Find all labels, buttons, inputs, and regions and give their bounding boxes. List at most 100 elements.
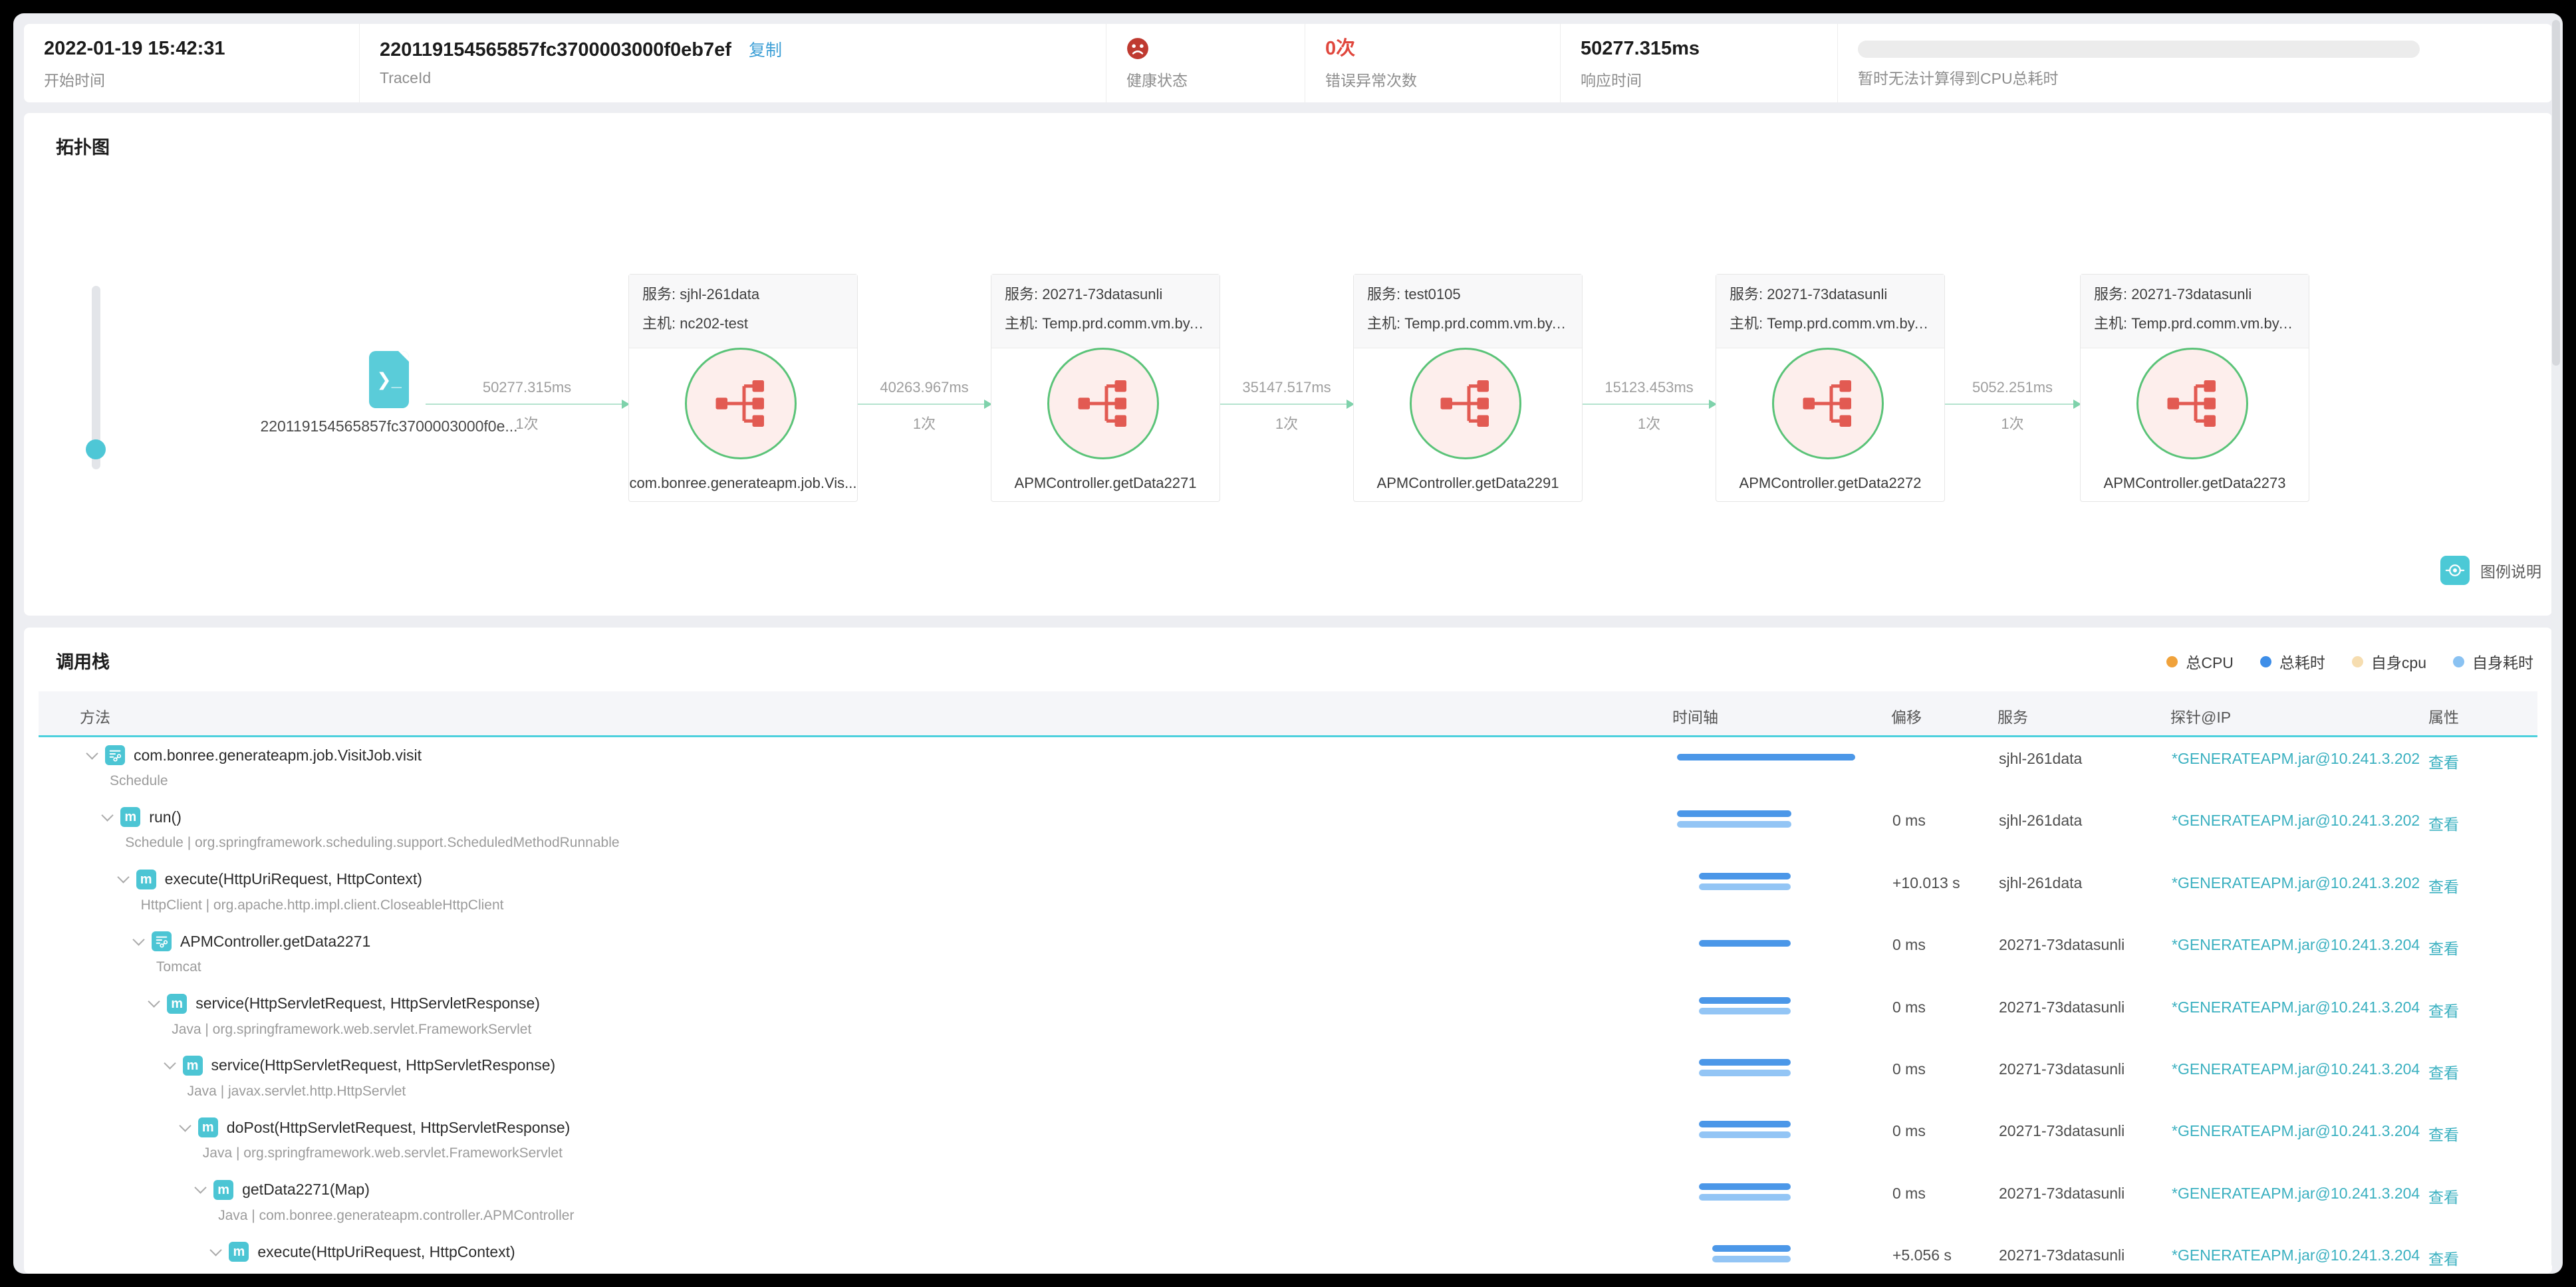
service-node-card[interactable]: 服务: 20271-73datasunli 主机: Temp.prd.comm.… (991, 274, 1220, 502)
node-host-label: 主机: Temp.prd.comm.vm.by.idc.b... (1367, 315, 1569, 332)
chevron-down-icon[interactable] (101, 809, 114, 822)
chevron-down-icon[interactable] (163, 1057, 176, 1070)
service-circle-icon[interactable] (1772, 348, 1884, 459)
callstack-title: 调用栈 (56, 652, 110, 672)
method-title: getData2271(Map) (242, 1181, 370, 1199)
offset-value: +10.013 s (1892, 874, 1960, 891)
legend-dot-total-time (2259, 655, 2271, 667)
node-service-label: 服务: test0105 (1367, 286, 1461, 302)
column-attr: 属性 (2428, 709, 2459, 726)
service-circle-icon[interactable] (2136, 348, 2248, 459)
method-subtitle: Java | org.springframework.web.servlet.F… (172, 1021, 532, 1037)
edge-count-label: 1次 (2001, 415, 2024, 432)
service-node-card[interactable]: 服务: 20271-73datasunli 主机: Temp.prd.comm.… (1716, 274, 1945, 502)
service-node-card[interactable]: 服务: sjhl-261data 主机: nc202-test com.bonr… (628, 274, 858, 502)
offset-value: 0 ms (1892, 936, 1926, 954)
service-value: 20271-73datasunli (1999, 1122, 2125, 1140)
chevron-down-icon[interactable] (194, 1181, 207, 1194)
copy-trace-id-button[interactable]: 复制 (749, 37, 782, 61)
probe-ip-link[interactable]: *GENERATEAPM.jar@10.241.3.204 (2172, 936, 2420, 954)
service-node-header: 服务: sjhl-261data 主机: nc202-test (629, 275, 857, 348)
probe-ip-link[interactable]: *GENERATEAPM.jar@10.241.3.204 (2172, 1060, 2420, 1078)
probe-ip-link[interactable]: *GENERATEAPM.jar@10.241.3.204 (2172, 1246, 2420, 1264)
timeline-bars (1677, 741, 1857, 803)
edge-duration-label: 15123.453ms (1605, 379, 1694, 396)
view-attr-link[interactable]: 查看 (2428, 1122, 2459, 1145)
offset-value: 0 ms (1892, 1060, 1926, 1078)
service-node-header: 服务: test0105 主机: Temp.prd.comm.vm.by.idc… (1354, 275, 1582, 348)
offset-value: 0 ms (1892, 998, 1926, 1016)
callstack-row[interactable]: m run() Schedule | org.springframework.s… (24, 803, 2552, 865)
edge-duration-label: 40263.967ms (880, 379, 969, 396)
service-node-header: 服务: 20271-73datasunli 主机: Temp.prd.comm.… (1716, 275, 1944, 348)
cluster-icon (715, 380, 764, 427)
timeline-bars (1677, 866, 1857, 927)
view-attr-link[interactable]: 查看 (2428, 812, 2459, 834)
method-subtitle: Java | com.bonree.generateapm.controller… (218, 1207, 575, 1223)
service-node-card[interactable]: 服务: test0105 主机: Temp.prd.comm.vm.by.idc… (1353, 274, 1583, 502)
view-attr-link[interactable]: 查看 (2428, 936, 2459, 959)
column-probe: 探针@IP (2170, 709, 2232, 726)
edge-line (1220, 400, 1354, 409)
edge-line (1583, 400, 1717, 409)
view-attr-link[interactable]: 查看 (2428, 1185, 2459, 1207)
probe-ip-link[interactable]: *GENERATEAPM.jar@10.241.3.204 (2172, 1185, 2420, 1203)
view-attr-link[interactable]: 查看 (2428, 750, 2459, 772)
node-host-label: 主机: Temp.prd.comm.vm.by.idc.b... (1005, 315, 1206, 332)
column-method: 方法 (80, 709, 110, 726)
trace-id-value: 220119154565857fc3700003000f0eb7ef (380, 39, 731, 60)
method-icon: m (182, 1055, 203, 1076)
scrollbar-thumb[interactable] (2552, 20, 2560, 366)
method-subtitle: Tomcat (156, 959, 201, 975)
callstack-row[interactable]: m service(HttpServletRequest, HttpServle… (24, 990, 2552, 1052)
chevron-down-icon[interactable] (209, 1243, 223, 1256)
service-value: 20271-73datasunli (1999, 936, 2125, 954)
callstack-row[interactable]: APMController.getData2271 Tomcat 0 ms 20… (24, 927, 2552, 989)
callstack-row[interactable]: m doPost(HttpServletRequest, HttpServlet… (24, 1113, 2552, 1175)
page-scrollbar[interactable] (2551, 19, 2561, 1268)
service-value: 20271-73datasunli (1999, 1246, 2125, 1264)
service-circle-icon[interactable] (685, 348, 797, 459)
self-time-bar (1699, 1131, 1791, 1139)
edge-count-label: 1次 (1637, 415, 1661, 432)
chevron-down-icon[interactable] (179, 1119, 192, 1132)
probe-ip-link[interactable]: *GENERATEAPM.jar@10.241.3.204 (2172, 1122, 2420, 1140)
zoom-slider[interactable] (86, 286, 106, 469)
view-attr-link[interactable]: 查看 (2428, 874, 2459, 897)
legend-self-cpu: 自身cpu (2351, 650, 2426, 673)
self-time-bar (1699, 1193, 1791, 1201)
probe-ip-link[interactable]: *GENERATEAPM.jar@10.241.3.204 (2172, 998, 2420, 1016)
chevron-down-icon[interactable] (148, 995, 160, 1008)
edge-line (1945, 400, 2081, 409)
method-subtitle: Java | javax.servlet.http.HttpServlet (187, 1083, 406, 1099)
trace-root-node[interactable]: ❯_ 220119154565857fc3700003000f0e... (260, 351, 518, 435)
chevron-down-icon[interactable] (116, 871, 130, 883)
method-icon: m (213, 1179, 234, 1200)
view-attr-link[interactable]: 查看 (2428, 1060, 2459, 1083)
legend-button[interactable]: 图例说明 (2440, 556, 2541, 585)
callstack-row[interactable]: m execute(HttpUriRequest, HttpContext) H… (24, 866, 2552, 927)
chevron-down-icon[interactable] (132, 933, 145, 946)
callstack-row[interactable]: com.bonree.generateapm.job.VisitJob.visi… (24, 741, 2552, 803)
callstack-row[interactable]: m getData2271(Map) Java | com.bonree.gen… (24, 1176, 2552, 1238)
total-time-bar (1699, 1058, 1791, 1066)
probe-ip-link[interactable]: *GENERATEAPM.jar@10.241.3.202 (2172, 750, 2420, 768)
service-node-card[interactable]: 服务: 20271-73datasunli 主机: Temp.prd.comm.… (2080, 274, 2309, 502)
view-attr-link[interactable]: 查看 (2428, 1246, 2459, 1269)
probe-ip-link[interactable]: *GENERATEAPM.jar@10.241.3.202 (2172, 874, 2420, 892)
chevron-down-icon[interactable] (86, 747, 98, 760)
cluster-icon (1078, 380, 1126, 427)
service-circle-icon[interactable] (1047, 348, 1159, 459)
offset-value: 0 ms (1892, 1122, 1926, 1140)
callstack-row[interactable]: m execute(HttpUriRequest, HttpContext) +… (24, 1238, 2552, 1274)
callstack-row[interactable]: m service(HttpServletRequest, HttpServle… (24, 1052, 2552, 1113)
call-edge: 15123.453ms 1次 (1583, 374, 1717, 447)
probe-ip-link[interactable]: *GENERATEAPM.jar@10.241.3.202 (2172, 812, 2420, 830)
view-attr-link[interactable]: 查看 (2428, 998, 2459, 1021)
method-subtitle: Schedule | org.springframework.schedulin… (125, 835, 620, 851)
zoom-slider-thumb[interactable] (86, 439, 106, 459)
frown-icon (1127, 38, 1148, 59)
timeline-bars (1677, 1238, 1857, 1274)
service-circle-icon[interactable] (1410, 348, 1521, 459)
self-time-bar (1699, 1069, 1791, 1076)
